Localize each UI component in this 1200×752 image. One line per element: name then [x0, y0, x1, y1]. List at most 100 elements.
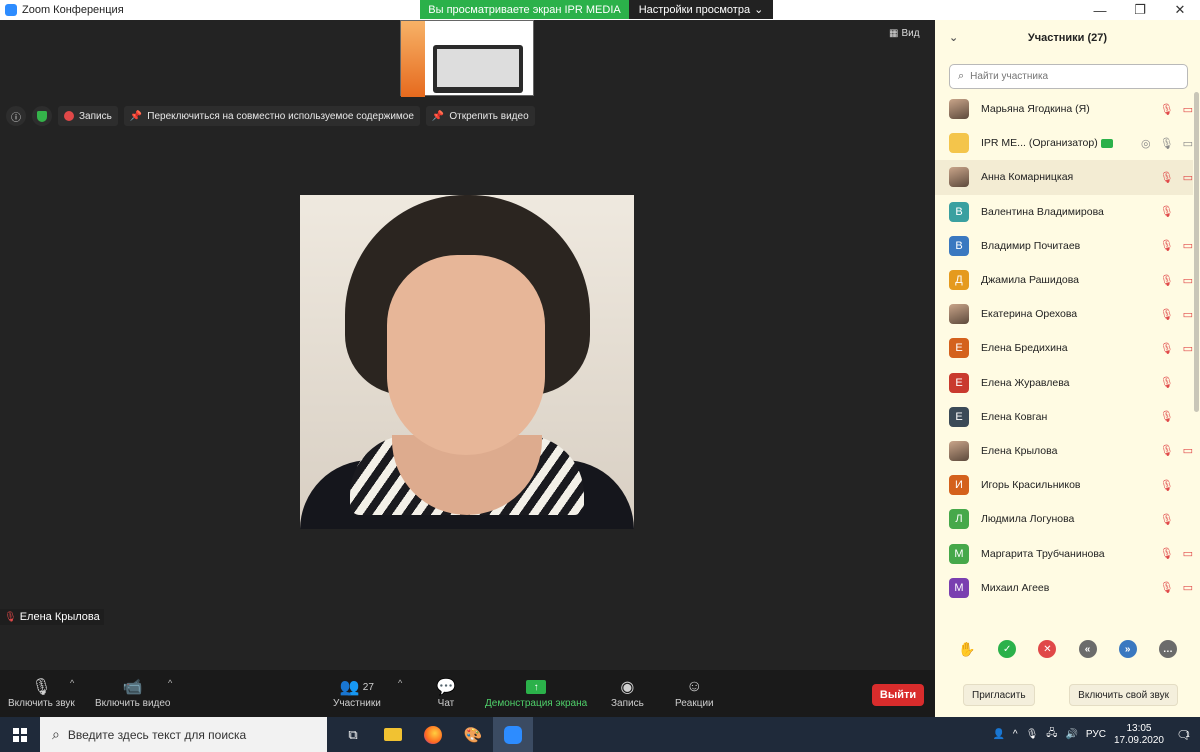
view-button[interactable]: ▦ Вид — [889, 28, 920, 39]
participant-row[interactable]: Д Джамила Рашидова 🎙 ▭ — [935, 263, 1193, 297]
raise-hand-icon[interactable]: ✋ — [958, 640, 976, 658]
network-icon[interactable]: 🖧 — [1046, 726, 1057, 743]
mic-muted-icon: 🎙 — [1159, 548, 1174, 561]
mic-muted-icon: 🎙 — [1159, 103, 1174, 116]
participant-row[interactable]: Марьяна Ягодкина (Я) 🎙 ▭ — [935, 92, 1193, 126]
file-explorer-button[interactable] — [373, 717, 413, 752]
video-options-caret[interactable]: ^ — [168, 678, 172, 688]
participant-row[interactable]: ВВалентина Владимирова🎙▭ — [935, 195, 1193, 229]
participants-panel: ⌄ Участники (27) ⌕ Марьяна Ягодкина (Я)🎙… — [935, 20, 1200, 717]
panel-title: Участники (27) — [1027, 32, 1108, 44]
participant-row[interactable]: ЛЛюдмила Логунова🎙▭ — [935, 502, 1193, 536]
volume-icon[interactable]: 🔊 — [1065, 729, 1077, 740]
start-video-button[interactable]: 📹 Включить видео — [95, 676, 171, 709]
invite-button[interactable]: Пригласить — [963, 684, 1035, 706]
participant-row[interactable]: IPR ME... (Организатор) ◎ 🎙 ▭ — [935, 126, 1193, 160]
video-off-icon: 📹 — [122, 679, 143, 696]
participant-search-box[interactable]: ⌕ — [949, 64, 1188, 89]
language-indicator[interactable]: РУС — [1086, 729, 1106, 740]
participant-status: 🎙▭ — [1160, 547, 1193, 560]
slower-icon[interactable]: « — [1078, 640, 1097, 658]
record-button[interactable]: ◉ Запись — [611, 676, 644, 709]
mic-icon[interactable]: 🎙 — [1026, 729, 1039, 740]
search-icon: ⌕ — [52, 726, 60, 742]
zoom-icon — [504, 725, 522, 744]
video-area: ▦ Вид ⓘ Запись 📌 Переключиться на совмес… — [0, 20, 935, 670]
mic-muted-icon: 🎙 — [1159, 240, 1174, 253]
shared-screen-thumbnail[interactable] — [400, 20, 534, 97]
unmute-myself-button[interactable]: Включить свой звук — [1069, 684, 1178, 706]
faster-icon[interactable]: » — [1118, 640, 1137, 658]
yes-icon[interactable]: ✓ — [998, 640, 1017, 658]
zoom-taskbar-button[interactable] — [493, 717, 533, 752]
chat-icon: 💬 — [436, 679, 456, 696]
participant-row[interactable]: М Михаил Агеев 🎙 ▭ — [935, 571, 1193, 605]
security-indicator[interactable] — [32, 106, 52, 126]
participant-status: 🎙▭ — [1160, 376, 1193, 389]
participant-row[interactable]: В Владимир Почитаев 🎙 ▭ — [935, 229, 1193, 263]
mic-muted-icon: 🎙 — [1159, 171, 1174, 184]
taskbar-search[interactable]: ⌕ Введите здесь текст для поиска — [40, 717, 327, 752]
firefox-button[interactable] — [413, 717, 453, 752]
paint-button[interactable]: 🎨 — [453, 717, 493, 752]
view-settings-dropdown[interactable]: Настройки просмотра ⌄ — [629, 0, 773, 19]
close-button[interactable]: ✕ — [1160, 0, 1200, 20]
participants-button[interactable]: 👥 27 Участники — [333, 676, 381, 709]
pin-icon: 📌 — [431, 110, 445, 122]
start-button[interactable] — [0, 717, 40, 752]
participant-row[interactable]: ЕЕлена Журавлева🎙▭ — [935, 366, 1193, 400]
user-icon[interactable]: 👤 — [992, 729, 1004, 740]
participant-row[interactable]: ЕЕлена Ковган🎙▭ — [935, 400, 1193, 434]
task-view-button[interactable]: ⧉ — [333, 717, 373, 752]
chevron-down-icon[interactable]: ⌄ — [949, 31, 958, 44]
recording-indicator[interactable]: Запись — [58, 106, 118, 126]
mic-muted-icon: 🎙 — [1159, 206, 1174, 219]
participant-row[interactable]: Елена Крылова 🎙 ▭ — [935, 434, 1193, 468]
participant-row[interactable]: Анна Комарницкая 🎙 ▭ — [935, 160, 1193, 195]
notifications-button[interactable]: 🗨 1 — [1172, 725, 1194, 745]
panel-header: ⌄ Участники (27) — [935, 20, 1200, 56]
start-video-label: Включить видео — [95, 698, 171, 709]
audio-options-caret[interactable]: ^ — [70, 678, 74, 688]
reactions-button[interactable]: ☺ Реакции — [675, 676, 714, 709]
minimize-button[interactable]: — — [1080, 0, 1120, 20]
search-icon: ⌕ — [958, 70, 965, 82]
participants-options-caret[interactable]: ^ — [398, 678, 402, 688]
switch-to-shared-content-button[interactable]: 📌 Переключиться на совместно используемо… — [123, 106, 420, 126]
chat-button[interactable]: 💬 Чат — [436, 676, 456, 709]
chevron-down-icon: ⌄ — [754, 4, 764, 16]
window-title: Zoom Конференция — [22, 4, 124, 16]
chevron-up-icon[interactable]: ^ — [1013, 729, 1018, 740]
info-button[interactable]: ⓘ — [6, 106, 26, 126]
taskbar-search-placeholder: Введите здесь текст для поиска — [67, 727, 247, 742]
clock-date: 17.09.2020 — [1113, 734, 1164, 746]
participants-scrollbar[interactable] — [1194, 92, 1199, 412]
meeting-toolbar: 🎙 Включить звук ^ 📹 Включить видео ^ 👥 2… — [0, 670, 935, 717]
video-off-icon: ▭ — [1182, 445, 1193, 458]
avatar — [949, 440, 969, 461]
unpin-video-button[interactable]: 📌 Открепить видео — [425, 106, 535, 126]
leave-button[interactable]: Выйти — [872, 684, 924, 706]
clock[interactable]: 13:05 17.09.2020 — [1114, 723, 1164, 747]
participants-icon: 👥 — [339, 679, 360, 696]
video-off-icon: ▭ — [1182, 274, 1193, 287]
more-icon[interactable]: … — [1158, 640, 1177, 658]
recording-icon: ◎ — [1141, 137, 1151, 150]
participant-row[interactable]: ИИгорь Красильников🎙▭ — [935, 468, 1193, 502]
mic-muted-icon: 🎙 — [1159, 308, 1174, 321]
restore-button[interactable]: ❐ — [1120, 0, 1160, 20]
clock-time: 13:05 — [1126, 722, 1152, 734]
window-controls: — ❐ ✕ — [935, 0, 1200, 20]
participant-status: 🎙▭ — [1160, 410, 1193, 423]
mic-off-icon: 🎙 — [31, 679, 52, 696]
participant-status: 🎙▭ — [1160, 171, 1193, 184]
unmute-button[interactable]: 🎙 Включить звук — [8, 676, 75, 709]
no-icon[interactable]: ✕ — [1038, 640, 1057, 658]
participant-row[interactable]: М Маргарита Трубчанинова 🎙 ▭ — [935, 536, 1193, 570]
notification-count: 1 — [1185, 730, 1190, 739]
participant-row[interactable]: Екатерина Орехова 🎙 ▭ — [935, 297, 1193, 331]
participant-search-input[interactable] — [970, 71, 1171, 82]
taskbar-apps: ⧉ 🎨 — [333, 717, 533, 752]
participant-row[interactable]: Е Елена Бредихина 🎙 ▭ — [935, 331, 1193, 365]
share-screen-button[interactable]: ↑ Демонстрация экрана — [485, 676, 587, 709]
